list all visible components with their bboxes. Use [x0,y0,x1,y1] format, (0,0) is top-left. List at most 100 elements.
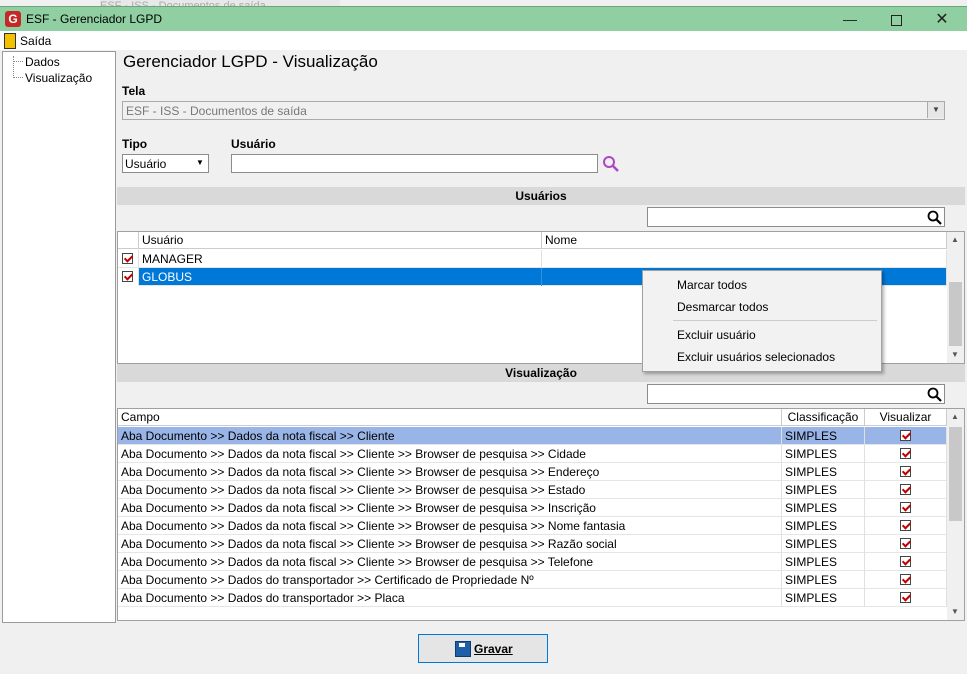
table-row[interactable]: Aba Documento >> Dados da nota fiscal >>… [118,445,964,463]
view-checkbox[interactable] [900,448,911,459]
visualization-search-input[interactable] [647,384,945,404]
field-cell: Aba Documento >> Dados do transportador … [118,589,782,607]
type-label: Tipo [122,137,148,151]
window-title: ESF - Gerenciador LGPD [26,12,163,26]
navigation-tree: Dados Visualização [2,51,116,623]
table-row[interactable]: Aba Documento >> Dados do transportador … [118,571,964,589]
view-cell [865,535,947,553]
chevron-down-icon[interactable]: ▼ [927,102,944,118]
scroll-up-icon[interactable]: ▲ [951,412,959,421]
app-logo-icon: G [5,11,21,27]
field-cell: Aba Documento >> Dados da nota fiscal >>… [118,427,782,445]
search-icon[interactable] [927,210,942,225]
table-row[interactable]: Aba Documento >> Dados do transportador … [118,589,964,607]
view-checkbox[interactable] [900,430,911,441]
view-checkbox[interactable] [900,538,911,549]
table-row[interactable]: Aba Documento >> Dados da nota fiscal >>… [118,553,964,571]
menu-item-unmark-all[interactable]: Desmarcar todos [677,300,768,314]
close-icon[interactable]: ✕ [919,7,965,32]
view-cell [865,553,947,571]
search-icon[interactable] [927,387,942,402]
screen-label: Tela [122,84,146,98]
search-icon[interactable] [602,155,620,173]
menu-item-delete-selected-users[interactable]: Excluir usuários selecionados [677,350,835,364]
field-cell: Aba Documento >> Dados da nota fiscal >>… [118,463,782,481]
visualization-scrollbar[interactable]: ▲ ▼ [947,409,964,620]
menu-item-delete-user[interactable]: Excluir usuário [677,328,756,342]
title-bar[interactable]: G ESF - Gerenciador LGPD — ✕ [0,6,967,32]
users-column-user[interactable]: Usuário [139,232,542,249]
users-section-header: Usuários [117,187,965,205]
users-column-name[interactable]: Nome [542,232,947,249]
maximize-icon[interactable] [873,7,919,32]
save-button[interactable]: Gravar [418,634,548,663]
table-row[interactable]: Aba Documento >> Dados da nota fiscal >>… [118,463,964,481]
menu-item-exit[interactable]: Saída [20,34,51,48]
field-cell: Aba Documento >> Dados da nota fiscal >>… [118,499,782,517]
visualization-grid: Campo Classificação Visualizar Aba Docum… [117,408,965,621]
user-checkbox[interactable] [122,271,133,282]
view-cell [865,589,947,607]
classification-cell: SIMPLES [782,517,865,535]
chevron-down-icon[interactable]: ▼ [192,155,208,171]
scroll-down-icon[interactable]: ▼ [951,607,959,616]
classification-cell: SIMPLES [782,535,865,553]
view-checkbox[interactable] [900,592,911,603]
view-cell [865,463,947,481]
column-visualizar[interactable]: Visualizar [865,409,947,426]
menu-separator [673,320,877,321]
users-scrollbar[interactable]: ▲ ▼ [947,232,964,363]
user-label: Usuário [231,137,276,151]
scroll-thumb[interactable] [949,282,962,346]
scroll-up-icon[interactable]: ▲ [951,235,959,244]
exit-door-icon[interactable] [4,33,16,49]
row-check-cell [118,268,139,286]
view-checkbox[interactable] [900,466,911,477]
field-cell: Aba Documento >> Dados da nota fiscal >>… [118,517,782,535]
minimize-icon[interactable]: — [827,7,873,32]
column-classificacao[interactable]: Classificação [782,409,865,426]
screen-dropdown[interactable]: ESF - ISS - Documentos de saída ▼ [122,101,945,120]
classification-cell: SIMPLES [782,589,865,607]
table-row[interactable]: Aba Documento >> Dados da nota fiscal >>… [118,499,964,517]
user-input[interactable] [231,154,598,173]
table-row[interactable]: Aba Documento >> Dados da nota fiscal >>… [118,427,964,445]
view-cell [865,517,947,535]
tree-connector [13,77,23,78]
view-cell [865,499,947,517]
tree-connector [13,61,23,62]
tree-item-visualizacao[interactable]: Visualização [25,71,92,85]
users-search-input[interactable] [647,207,945,227]
user-checkbox[interactable] [122,253,133,264]
floppy-disk-icon [455,641,471,657]
field-cell: Aba Documento >> Dados da nota fiscal >>… [118,553,782,571]
view-cell [865,571,947,589]
scroll-thumb[interactable] [949,427,962,521]
table-row[interactable]: Aba Documento >> Dados da nota fiscal >>… [118,481,964,499]
table-row[interactable]: MANAGER [118,250,964,268]
type-dropdown[interactable]: Usuário ▼ [122,154,209,173]
view-checkbox[interactable] [900,556,911,567]
view-cell [865,427,947,445]
users-grid-check-header [118,232,139,249]
menu-item-mark-all[interactable]: Marcar todos [677,278,747,292]
user-cell: MANAGER [139,250,542,268]
context-menu: Marcar todos Desmarcar todos Excluir usu… [642,270,882,372]
view-checkbox[interactable] [900,484,911,495]
view-checkbox[interactable] [900,520,911,531]
table-row[interactable]: Aba Documento >> Dados da nota fiscal >>… [118,517,964,535]
field-cell: Aba Documento >> Dados da nota fiscal >>… [118,481,782,499]
classification-cell: SIMPLES [782,499,865,517]
field-cell: Aba Documento >> Dados do transportador … [118,571,782,589]
tree-item-dados[interactable]: Dados [25,55,60,69]
classification-cell: SIMPLES [782,445,865,463]
page-title: Gerenciador LGPD - Visualização [123,52,378,71]
scroll-down-icon[interactable]: ▼ [951,350,959,359]
tree-connector [13,56,14,78]
view-checkbox[interactable] [900,574,911,585]
screen-value: ESF - ISS - Documentos de saída [126,104,307,118]
table-row[interactable]: Aba Documento >> Dados da nota fiscal >>… [118,535,964,553]
view-checkbox[interactable] [900,502,911,513]
menu-bar: Saída [0,31,967,50]
column-campo[interactable]: Campo [118,409,782,426]
